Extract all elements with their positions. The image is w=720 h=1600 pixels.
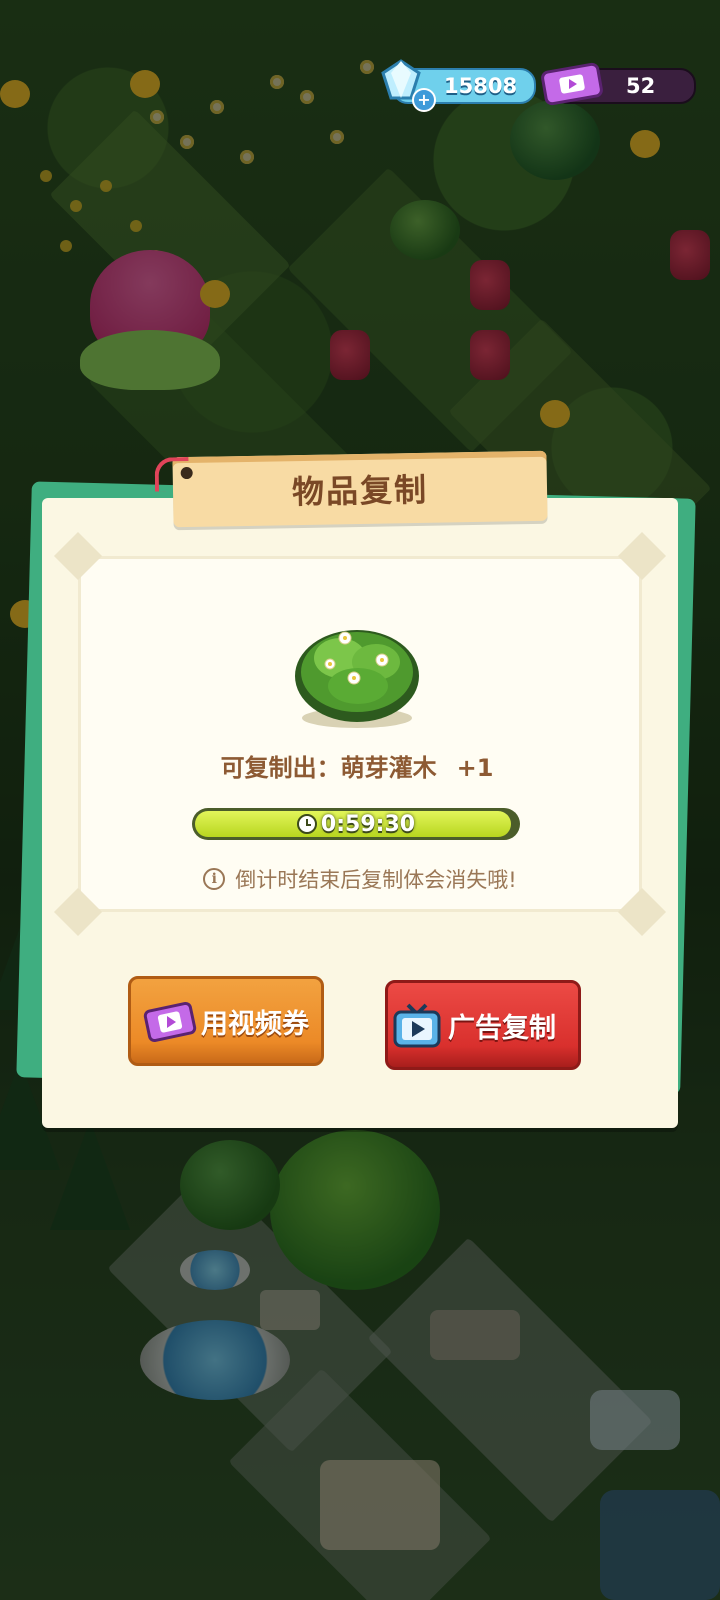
video-ticket-icon xyxy=(143,1001,197,1043)
video-ticket-icon xyxy=(541,62,603,106)
gem-counter[interactable]: + 15808 xyxy=(381,59,536,112)
dialog-title-banner: 物品复制 xyxy=(154,450,548,528)
info-icon: i xyxy=(203,868,226,890)
countdown-label: 0:59:30 xyxy=(192,808,520,840)
use-video-voucher-button[interactable]: 用视频券 xyxy=(128,976,324,1066)
ad-button-label: 广告复制 xyxy=(448,1012,556,1044)
banner-pin xyxy=(180,466,193,480)
video-ticket-counter[interactable]: 52 xyxy=(541,62,696,106)
item-name: 萌芽灌木 xyxy=(340,754,437,782)
dialog-title: 物品复制 xyxy=(291,470,429,512)
add-gems-plus-icon[interactable]: + xyxy=(412,88,436,112)
expiry-notice: i 倒计时结束后复制体会消失哦! xyxy=(0,864,720,894)
voucher-button-label: 用视频券 xyxy=(201,1008,309,1040)
yield-amount: +1 xyxy=(456,754,494,782)
countdown-progress-bar: 0:59:30 xyxy=(192,808,520,840)
notice-text: 倒计时结束后复制体会消失哦! xyxy=(235,868,517,892)
item-info-panel xyxy=(53,531,667,937)
gem-amount: 15808 xyxy=(444,74,518,98)
clock-icon xyxy=(296,814,317,834)
tv-icon xyxy=(393,1003,441,1048)
ticket-amount: 52 xyxy=(626,74,656,98)
countdown-time: 0:59:30 xyxy=(320,811,416,837)
yield-prefix: 可复制出： xyxy=(220,754,341,782)
ad-copy-button[interactable]: 广告复制 xyxy=(385,980,581,1070)
sprout-bush-icon xyxy=(295,630,419,728)
yield-line: 可复制出：萌芽灌木 +1 xyxy=(0,748,720,783)
